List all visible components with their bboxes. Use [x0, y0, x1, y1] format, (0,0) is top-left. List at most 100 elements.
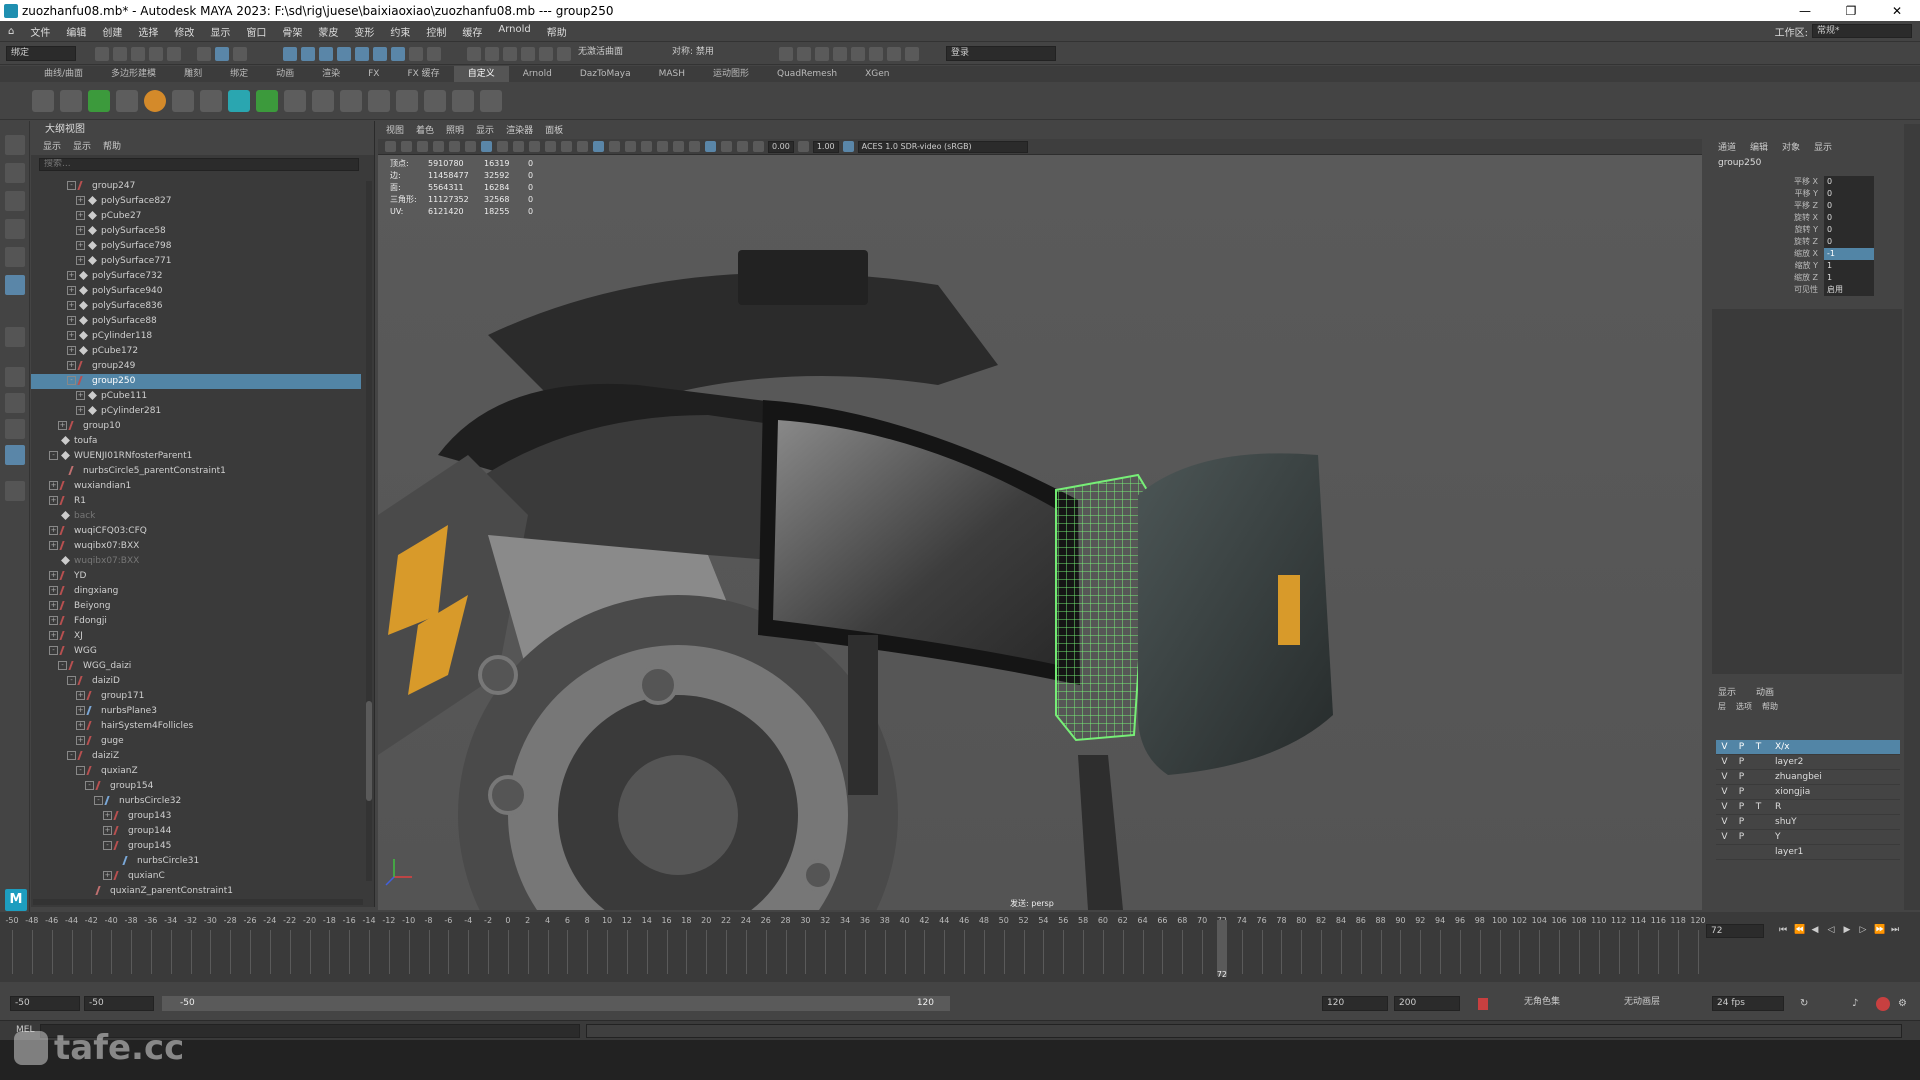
- move-tool-icon[interactable]: [5, 219, 25, 239]
- expand-toggle-icon[interactable]: +: [67, 331, 76, 340]
- layer-visibility-toggle[interactable]: V: [1716, 785, 1733, 799]
- expand-toggle-icon[interactable]: -: [58, 661, 67, 670]
- layer-playback-toggle[interactable]: P: [1733, 815, 1750, 829]
- outliner-item[interactable]: + guge: [31, 734, 365, 749]
- expand-toggle-icon[interactable]: +: [76, 226, 85, 235]
- vp-gamma-icon[interactable]: [797, 141, 809, 152]
- outliner-item[interactable]: + group10: [31, 419, 365, 434]
- outliner-item[interactable]: + pCube172: [31, 344, 365, 359]
- go-to-start-icon[interactable]: ⏮: [1778, 924, 1788, 936]
- channel-attr-row[interactable]: 缩放 Z1: [1712, 272, 1902, 284]
- vp-smooth-shade-icon[interactable]: [593, 141, 604, 152]
- outliner-item[interactable]: + YD: [31, 569, 365, 584]
- layer-playback-toggle[interactable]: P: [1733, 785, 1750, 799]
- snap-grid-icon[interactable]: [467, 46, 481, 61]
- shelf-paint-icon[interactable]: [424, 89, 446, 112]
- expand-toggle-icon[interactable]: +: [76, 736, 85, 745]
- channel-attr-name[interactable]: 旋转 Z: [1712, 236, 1824, 248]
- channel-box-menu-item[interactable]: 显示: [1814, 140, 1832, 156]
- hypershade-icon[interactable]: [851, 46, 865, 61]
- step-back-key-icon[interactable]: ⏪: [1794, 924, 1805, 936]
- shelf-sphere-icon[interactable]: [144, 89, 166, 112]
- outliner-item[interactable]: - WGG_daizi: [31, 659, 365, 674]
- shelf-cube-icon[interactable]: [256, 89, 278, 112]
- channel-attr-name[interactable]: 缩放 Y: [1712, 260, 1824, 272]
- expand-toggle-icon[interactable]: +: [49, 541, 58, 550]
- magnify-icon[interactable]: [5, 481, 25, 501]
- menu-item[interactable]: 蒙皮: [310, 24, 346, 39]
- time-cursor[interactable]: [1216, 920, 1227, 976]
- select-component-icon[interactable]: [233, 46, 247, 61]
- shelf-grid-icon[interactable]: [396, 89, 418, 112]
- channel-attr-value[interactable]: 启用: [1824, 284, 1874, 296]
- vp-ao-icon[interactable]: [673, 141, 684, 152]
- step-forward-key-icon[interactable]: ⏩: [1874, 924, 1885, 936]
- single-view-icon[interactable]: [5, 367, 25, 387]
- vp-wireframe-icon[interactable]: [577, 141, 588, 152]
- viewport-panel[interactable]: 视图 着色 照明 显示 渲染器 面板 0.00 1.00 ACES 1.0 SDR-vid…: [378, 124, 1702, 910]
- outliner-item[interactable]: - quxianZ: [31, 764, 365, 779]
- layer-row[interactable]: VPTR: [1716, 800, 1900, 815]
- layer-menu-item[interactable]: 层: [1718, 700, 1726, 714]
- layer-visibility-toggle[interactable]: V: [1716, 800, 1733, 814]
- close-button[interactable]: ✕: [1874, 0, 1920, 21]
- vp-default-material-icon[interactable]: [609, 141, 620, 152]
- channel-attr-name[interactable]: 缩放 Z: [1712, 272, 1824, 284]
- layer-name[interactable]: layer1: [1767, 845, 1803, 859]
- channel-box-menu-item[interactable]: 通道: [1718, 140, 1736, 156]
- mask-curve-icon[interactable]: [301, 46, 315, 61]
- channel-attr-name[interactable]: 平移 Z: [1712, 200, 1824, 212]
- channel-box-menu-item[interactable]: 对象: [1782, 140, 1800, 156]
- outliner-item[interactable]: - WUENJI01RNfosterParent1: [31, 449, 365, 464]
- new-scene-icon[interactable]: [95, 46, 109, 61]
- vp-field-chart-icon[interactable]: [545, 141, 556, 152]
- outliner-search-input[interactable]: [39, 157, 359, 171]
- channel-attr-row[interactable]: 平移 Y0: [1712, 188, 1902, 200]
- shelf-tab[interactable]: 雕刻: [170, 66, 216, 82]
- layer-name[interactable]: R: [1767, 800, 1781, 814]
- outliner-item[interactable]: + wuqiCFQ03:CFQ: [31, 524, 365, 539]
- layer-playback-toggle[interactable]: P: [1733, 740, 1750, 754]
- shelf-circle-icon[interactable]: [340, 89, 362, 112]
- channel-attr-value[interactable]: 0: [1824, 212, 1874, 224]
- outliner-item[interactable]: - group247: [31, 179, 365, 194]
- menu-item[interactable]: 文件: [22, 24, 58, 39]
- layer-playback-toggle[interactable]: P: [1733, 830, 1750, 844]
- channel-attr-row[interactable]: 缩放 X -1: [1712, 248, 1902, 260]
- shelf-tab[interactable]: FX: [354, 66, 393, 82]
- viewport-3d-scene[interactable]: [378, 155, 1702, 910]
- outliner-item[interactable]: - group250: [31, 374, 361, 389]
- expand-toggle-icon[interactable]: -: [67, 676, 76, 685]
- layer-name[interactable]: layer2: [1767, 755, 1803, 769]
- vp-camera-attr-icon[interactable]: [401, 141, 412, 152]
- menu-item[interactable]: 编辑: [58, 24, 94, 39]
- vp-select-camera-icon[interactable]: [385, 141, 396, 152]
- symmetry-dropdown[interactable]: 对称: 禁用: [668, 46, 748, 61]
- expand-toggle-icon[interactable]: +: [49, 586, 58, 595]
- layer-name[interactable]: xiongjia: [1767, 785, 1810, 799]
- menu-set-dropdown[interactable]: 绑定: [6, 46, 76, 61]
- snap-live-icon[interactable]: [557, 46, 571, 61]
- shelf-ik-icon[interactable]: [60, 89, 82, 112]
- two-view-icon[interactable]: [5, 419, 25, 439]
- anim-end-field[interactable]: 200: [1394, 996, 1460, 1011]
- shelf-tab[interactable]: FX 缓存: [393, 66, 453, 82]
- layer-playback-toggle[interactable]: P: [1733, 770, 1750, 784]
- layer-row[interactable]: V P T X/x: [1716, 740, 1900, 755]
- expand-toggle-icon[interactable]: +: [76, 691, 85, 700]
- expand-toggle-icon[interactable]: +: [67, 301, 76, 310]
- outliner-menu-item[interactable]: 显示: [73, 139, 91, 155]
- outliner-item[interactable]: + dingxiang: [31, 584, 365, 599]
- layer-visibility-toggle[interactable]: V: [1716, 830, 1733, 844]
- lasso-tool-icon[interactable]: [5, 163, 25, 183]
- channel-attr-row[interactable]: 平移 Z0: [1712, 200, 1902, 212]
- viewport-menu-item[interactable]: 视图: [386, 124, 404, 139]
- expand-toggle-icon[interactable]: +: [49, 601, 58, 610]
- outliner-item[interactable]: + group249: [31, 359, 365, 374]
- redo-icon[interactable]: [167, 46, 181, 61]
- vp-exposure-field[interactable]: 0.00: [768, 140, 794, 153]
- outliner-item[interactable]: + polySurface940: [31, 284, 365, 299]
- shelf-tab[interactable]: XGen: [851, 66, 903, 82]
- shelf-tab[interactable]: 运动图形: [699, 66, 763, 82]
- save-scene-icon[interactable]: [131, 46, 145, 61]
